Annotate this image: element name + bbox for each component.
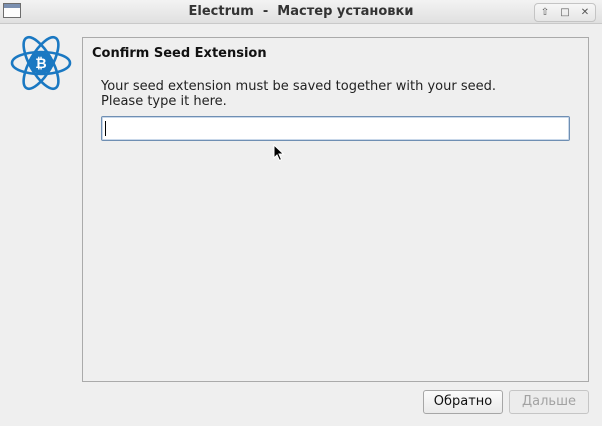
close-icon: ✕ [580,6,590,18]
arrow-up-icon: ⇧ [540,6,550,18]
electrum-logo-icon: ₿ [10,35,72,91]
description-line-1: Your seed extension must be saved togeth… [101,79,496,94]
close-button[interactable]: ✕ [575,4,595,21]
wizard-page: Confirm Seed Extension Your seed extensi… [82,37,589,382]
page-description: Your seed extension must be saved togeth… [101,79,496,109]
seed-extension-input[interactable] [101,116,570,141]
page-title: Confirm Seed Extension [92,46,267,61]
back-button[interactable]: Обратно [423,390,503,414]
title-bar[interactable]: Electrum - Мастер установки ⇧ □ ✕ [0,0,602,24]
shade-button[interactable]: ⇧ [535,4,555,21]
maximize-icon: □ [560,6,570,18]
maximize-button[interactable]: □ [555,4,575,21]
mouse-pointer-icon [273,144,285,162]
svg-text:₿: ₿ [35,56,46,72]
text-caret [105,121,106,136]
installer-window: Electrum - Мастер установки ⇧ □ ✕ ₿ Conf… [0,0,602,426]
description-line-2: Please type it here. [101,94,227,109]
window-title: Electrum - Мастер установки [188,4,414,19]
next-button[interactable]: Дальше [509,390,589,414]
window-controls: ⇧ □ ✕ [534,3,596,22]
